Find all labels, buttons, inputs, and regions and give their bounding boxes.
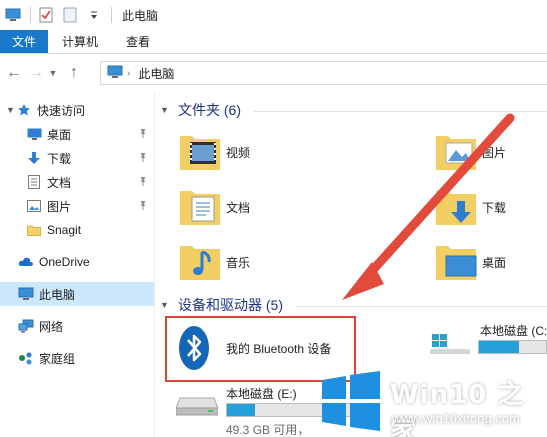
sidebar-item-this-pc[interactable]: 此电脑 <box>0 282 154 306</box>
window-title: 此电脑 <box>122 8 159 23</box>
usage-fill <box>479 341 520 353</box>
group-divider <box>254 111 547 112</box>
onedrive-cloud-icon <box>18 254 34 270</box>
drive-label: 本地磁盘 (C: <box>480 324 547 338</box>
toolbar-separator <box>30 7 31 23</box>
tab-view[interactable]: 查看 <box>112 30 164 53</box>
folder-icon <box>26 222 42 238</box>
hard-drive-icon <box>175 394 219 419</box>
folder-pictures[interactable]: 图片 <box>432 128 506 176</box>
videos-folder-icon <box>176 128 224 176</box>
sidebar-item-network[interactable]: 网络 <box>0 314 154 338</box>
usage-fill <box>227 404 255 416</box>
desktop-icon <box>26 126 42 142</box>
sidebar-item-snagit[interactable]: Snagit <box>0 218 154 242</box>
breadcrumb-this-pc[interactable]: 此电脑 <box>138 65 174 82</box>
sidebar-item-label: 快速访问 <box>37 103 86 118</box>
address-bar[interactable]: › 此电脑 <box>100 61 547 85</box>
pin-icon[interactable] <box>138 128 148 138</box>
navigation-bar: ← → ▼ ↑ › 此电脑 <box>0 56 547 90</box>
homegroup-icon <box>18 350 34 366</box>
pin-icon[interactable] <box>138 200 148 210</box>
network-icon <box>18 318 34 334</box>
sidebar-item-label: 网络 <box>39 319 64 334</box>
pictures-folder-icon <box>432 128 480 176</box>
tile-label: 桌面 <box>482 255 507 270</box>
folder-desktop[interactable]: 桌面 <box>432 238 506 286</box>
forward-arrow-icon[interactable]: → <box>25 62 47 84</box>
tile-label: 文档 <box>226 200 251 215</box>
up-arrow-icon[interactable]: ↑ <box>63 62 85 84</box>
computer-icon <box>18 286 34 302</box>
new-folder-icon[interactable] <box>61 6 79 24</box>
title-bar: 此电脑 <box>0 0 547 30</box>
navigation-pane: ▼ 快速访问 桌面 下载 文档 图片 Snagit OneDrive 此电脑 网… <box>0 92 154 437</box>
this-pc-icon <box>107 65 123 82</box>
sidebar-item-label: Snagit <box>47 223 82 237</box>
computer-icon[interactable] <box>4 6 22 24</box>
download-icon <box>26 150 42 166</box>
desktop-folder-icon <box>432 238 480 286</box>
drive-c-usage-bar <box>478 340 547 354</box>
watermark-url: www.win10xitong.com <box>392 411 520 426</box>
sidebar-item-desktop[interactable]: 桌面 <box>0 122 154 146</box>
windows-logo-icon <box>322 371 380 431</box>
back-arrow-icon[interactable]: ← <box>3 62 25 84</box>
tile-label: 音乐 <box>226 255 251 270</box>
pane-divider[interactable] <box>154 92 155 437</box>
pin-icon[interactable] <box>138 152 148 162</box>
tile-label: 视频 <box>226 145 251 160</box>
sidebar-item-pictures[interactable]: 图片 <box>0 194 154 218</box>
sidebar-item-label: OneDrive <box>39 255 90 269</box>
collapse-chevron-icon[interactable]: ▼ <box>160 105 174 115</box>
windows-drive-icon <box>430 332 470 357</box>
sidebar-item-label: 图片 <box>47 199 72 214</box>
watermark: Win10 之家 www.win10xitong.com <box>316 366 547 437</box>
document-icon <box>26 174 42 190</box>
group-title: 设备和驱动器 (5) <box>178 297 283 313</box>
folder-downloads[interactable]: 下载 <box>432 183 506 231</box>
documents-folder-icon <box>176 183 224 231</box>
devices-group-header[interactable]: ▼ 设备和驱动器 (5) <box>160 295 283 315</box>
expand-chevron-icon[interactable]: ▼ <box>6 105 16 115</box>
watermark-title: Win10 之家 <box>390 380 525 437</box>
sidebar-item-label: 文档 <box>47 175 72 190</box>
drive-label: 本地磁盘 (E:) <box>226 387 297 401</box>
sidebar-item-onedrive[interactable]: OneDrive <box>0 250 154 274</box>
toolbar-separator <box>111 7 112 23</box>
tile-label: 图片 <box>482 145 507 160</box>
sidebar-item-quick-access[interactable]: ▼ 快速访问 <box>0 98 154 122</box>
sidebar-item-homegroup[interactable]: 家庭组 <box>0 346 154 370</box>
ribbon-tabs: 文件 计算机 查看 <box>0 30 547 54</box>
collapse-chevron-icon[interactable]: ▼ <box>160 300 174 310</box>
downloads-folder-icon <box>432 183 480 231</box>
properties-icon[interactable] <box>37 6 55 24</box>
sidebar-item-label: 家庭组 <box>39 351 76 366</box>
group-title: 文件夹 (6) <box>178 102 241 118</box>
music-folder-icon <box>176 238 224 286</box>
star-icon <box>16 102 32 118</box>
folder-videos[interactable]: 视频 <box>176 128 250 176</box>
group-divider <box>296 306 547 307</box>
tile-label: 下载 <box>482 200 507 215</box>
folders-group-header[interactable]: ▼ 文件夹 (6) <box>160 100 241 120</box>
tab-file[interactable]: 文件 <box>0 30 49 53</box>
tab-computer[interactable]: 计算机 <box>48 30 112 53</box>
folder-music[interactable]: 音乐 <box>176 238 250 286</box>
sidebar-item-downloads[interactable]: 下载 <box>0 146 154 170</box>
recent-locations-chevron-icon[interactable]: ▼ <box>47 68 59 78</box>
drive-c[interactable]: 本地磁盘 (C: <box>430 318 547 358</box>
sidebar-item-label: 下载 <box>47 151 72 166</box>
pin-icon[interactable] <box>138 176 148 186</box>
sidebar-item-label: 此电脑 <box>39 287 76 302</box>
pictures-icon <box>26 198 42 214</box>
sidebar-item-label: 桌面 <box>47 127 72 142</box>
drive-free-space: 49.3 GB 可用， <box>226 423 310 437</box>
sidebar-item-documents[interactable]: 文档 <box>0 170 154 194</box>
folder-documents[interactable]: 文档 <box>176 183 250 231</box>
customize-toolbar-icon[interactable] <box>85 6 103 24</box>
breadcrumb-chevron-icon[interactable]: › <box>127 68 130 79</box>
